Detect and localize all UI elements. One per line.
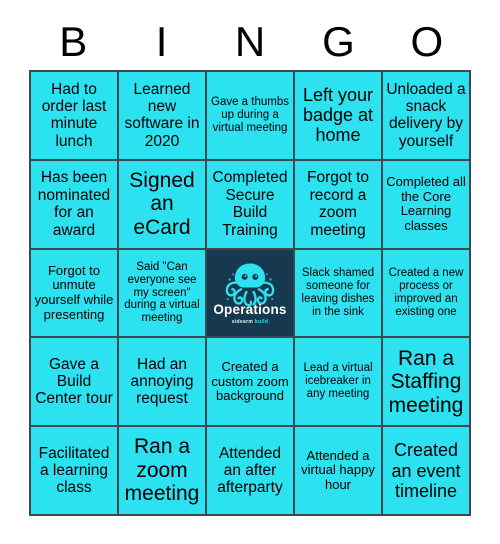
header-letter-i: I [155, 18, 168, 65]
bingo-cell[interactable]: Unloaded a snack delivery by yourself [383, 72, 469, 159]
header-letter-b: B [59, 18, 88, 65]
bingo-cell[interactable]: Has been nominated for an award [31, 160, 117, 248]
logo-tagline: sidearm build [231, 318, 269, 325]
logo-tagline-secondary: build [254, 318, 269, 325]
bingo-cell-label: Said "Can everyone see my screen" during… [124, 260, 200, 325]
operations-logo: Operations sidearm build [207, 250, 293, 337]
bingo-cell[interactable]: Gave a Build Center tour [31, 338, 117, 426]
bingo-cell[interactable]: Attended a virtual happy hour [295, 427, 381, 514]
bingo-cell-label: Ran a Staffing meeting [388, 346, 464, 417]
bingo-cell[interactable]: Completed all the Core Learning classes [383, 160, 469, 248]
bingo-cell-label: Forgot to unmute yourself while presenti… [34, 262, 114, 322]
bingo-cell[interactable]: Facilitated a learning class [31, 427, 117, 514]
bingo-cell[interactable]: Forgot to unmute yourself while presenti… [31, 249, 117, 337]
bingo-card: B I N G O Had to order last minute lunch… [0, 0, 500, 544]
bingo-cell-label: Left your badge at home [302, 85, 374, 146]
bingo-cell-label: Gave a thumbs up during a virtual meetin… [211, 96, 289, 134]
bingo-cell-label: Ran a zoom meeting [124, 435, 200, 506]
bingo-cell[interactable]: Created an event timeline [383, 427, 469, 514]
bingo-cell-label: Facilitated a learning class [38, 444, 110, 497]
bingo-cell[interactable]: Had an annoying request [119, 338, 205, 426]
bingo-cell[interactable]: Ran a Staffing meeting [383, 338, 469, 426]
header-letter-n: N [234, 18, 266, 65]
bingo-cell-label: Gave a Build Center tour [35, 355, 113, 408]
bingo-cell[interactable]: Had to order last minute lunch [31, 72, 117, 159]
bingo-cell-label: Forgot to record a zoom meeting [306, 169, 370, 239]
bingo-cell-label: Had to order last minute lunch [41, 80, 107, 150]
bingo-cell-label: Unloaded a snack delivery by yourself [386, 80, 466, 150]
bingo-cell-free-space[interactable]: Operations sidearm build [207, 249, 293, 337]
bingo-cell-label: Signed an eCard [129, 168, 195, 239]
bingo-cell[interactable]: Forgot to record a zoom meeting [295, 160, 381, 248]
logo-wordmark: Operations [213, 302, 287, 318]
bingo-grid: Had to order last minute lunch Learned ne… [29, 70, 471, 516]
bingo-cell[interactable]: Created a custom zoom background [207, 338, 293, 426]
bingo-header: B I N G O [29, 14, 471, 70]
bingo-cell-label: Learned new software in 2020 [124, 80, 200, 150]
bingo-cell-label: Created a new process or improved an exi… [388, 267, 464, 318]
logo-tagline-primary: sidearm [231, 318, 254, 325]
bingo-cell[interactable]: Attended an after afterparty [207, 427, 293, 514]
bingo-cell[interactable]: Lead a virtual icebreaker in any meeting [295, 338, 381, 426]
bingo-cell[interactable]: Created a new process or improved an exi… [383, 249, 469, 337]
bingo-cell-label: Attended a virtual happy hour [301, 447, 375, 492]
bingo-cell-label: Completed Secure Build Training [212, 169, 288, 239]
bingo-cell[interactable]: Learned new software in 2020 [119, 72, 205, 159]
bingo-cell[interactable]: Completed Secure Build Training [207, 160, 293, 248]
bingo-cell-label: Has been nominated for an award [37, 169, 111, 239]
bingo-cell-label: Created an event timeline [391, 440, 461, 501]
bingo-cell-label: Slack shamed someone for leaving dishes … [301, 267, 375, 318]
bingo-cell-label: Completed all the Core Learning classes [386, 174, 466, 233]
bingo-cell[interactable]: Ran a zoom meeting [119, 427, 205, 514]
bingo-cell-label: Lead a virtual icebreaker in any meeting [303, 362, 373, 401]
bingo-cell[interactable]: Said "Can everyone see my screen" during… [119, 249, 205, 337]
bingo-cell[interactable]: Left your badge at home [295, 72, 381, 159]
bingo-cell[interactable]: Slack shamed someone for leaving dishes … [295, 249, 381, 337]
header-letter-o: O [410, 18, 444, 65]
bingo-cell[interactable]: Gave a thumbs up during a virtual meetin… [207, 72, 293, 159]
bingo-cell-label: Attended an after afterparty [217, 444, 283, 497]
bingo-cell[interactable]: Signed an eCard [119, 160, 205, 248]
bingo-cell-label: Created a custom zoom background [211, 358, 289, 404]
bingo-cell-label: Had an annoying request [130, 355, 194, 408]
header-letter-g: G [322, 18, 355, 65]
